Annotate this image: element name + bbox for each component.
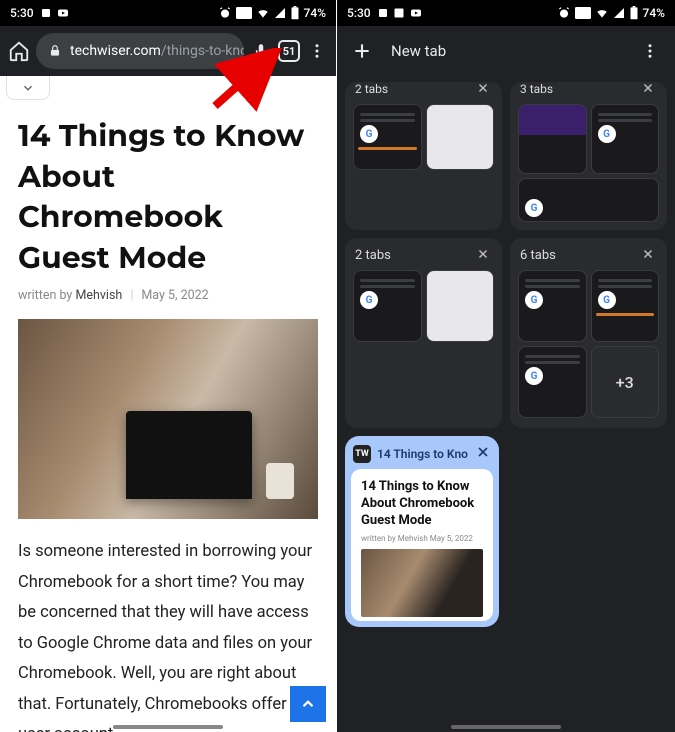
battery-icon xyxy=(290,6,300,20)
battery-pct: 74% xyxy=(304,6,326,20)
tab-group-card[interactable]: 3 tabs G G xyxy=(510,82,667,230)
gesture-handle[interactable] xyxy=(451,725,561,729)
tab-thumb[interactable]: G xyxy=(518,346,587,418)
new-tab-label[interactable]: New tab xyxy=(391,42,446,60)
wifi-icon xyxy=(256,6,270,20)
byline-prefix: written by xyxy=(18,288,75,303)
preview-title: 14 Things to Know About Chromebook Guest… xyxy=(361,479,483,530)
preview-image xyxy=(361,549,483,617)
wifi-box-icon xyxy=(575,7,591,19)
notif-icon xyxy=(40,7,52,19)
group-label: 2 tabs xyxy=(355,82,388,96)
alarm-icon xyxy=(557,6,571,20)
battery-pct: 74% xyxy=(643,6,665,20)
hero-image xyxy=(18,319,318,519)
left-phone-frame: 5:30 74% xyxy=(0,0,337,732)
tab-group-card[interactable]: 6 tabs G G G +3 xyxy=(510,238,667,428)
youtube-icon xyxy=(409,7,423,19)
tab-groups-grid[interactable]: 2 tabs G 3 tabs G G xyxy=(337,76,675,732)
close-icon[interactable] xyxy=(476,247,492,263)
tab-thumb[interactable] xyxy=(426,104,495,170)
right-phone-frame: 5:30 74% New tab xyxy=(337,0,675,732)
close-icon[interactable] xyxy=(475,444,491,463)
group-label: 6 tabs xyxy=(520,248,556,263)
tab-thumb[interactable]: G xyxy=(353,104,422,170)
status-time: 5:30 xyxy=(10,6,34,20)
tab-thumb[interactable] xyxy=(426,270,495,342)
page-content[interactable]: 14 Things to Know About Chromebook Guest… xyxy=(0,76,336,732)
close-icon[interactable] xyxy=(641,247,657,263)
group-label: 3 tabs xyxy=(520,82,553,96)
menu-dots-icon[interactable] xyxy=(639,40,661,62)
article-author[interactable]: Mehvish xyxy=(75,288,122,303)
image-icon xyxy=(393,7,405,19)
tab-thumb[interactable]: G xyxy=(518,270,587,342)
url-bar[interactable]: techwiser.com/things-to-kno xyxy=(36,33,244,69)
status-bar: 5:30 74% xyxy=(337,0,675,26)
article-meta: written by Mehvish|May 5, 2022 xyxy=(18,288,318,303)
lock-icon xyxy=(48,44,62,58)
gesture-handle[interactable] xyxy=(113,725,223,729)
wifi-icon xyxy=(595,6,609,20)
tab-thumb[interactable]: G xyxy=(591,104,660,174)
tab-overflow[interactable]: +3 xyxy=(591,346,660,418)
article-date: May 5, 2022 xyxy=(141,288,208,303)
battery-icon xyxy=(629,6,639,20)
group-label: 2 tabs xyxy=(355,248,391,263)
menu-dots-icon[interactable] xyxy=(306,40,328,62)
tab-count-button[interactable]: 51 xyxy=(278,40,300,62)
article-body: Is someone interested in borrowing your … xyxy=(18,519,318,732)
mic-icon[interactable] xyxy=(250,40,272,62)
close-icon[interactable] xyxy=(476,81,492,97)
url-path: /things-to-kno xyxy=(161,43,244,59)
collapse-handle[interactable] xyxy=(6,76,50,100)
tab-thumb[interactable]: G xyxy=(353,270,422,342)
wifi-box-icon xyxy=(236,7,252,19)
active-tab-preview[interactable]: 14 Things to Know About Chromebook Guest… xyxy=(351,469,493,621)
status-time: 5:30 xyxy=(347,6,371,20)
active-tab-card[interactable]: TW 14 Things to Kno 14 Things to Know Ab… xyxy=(345,436,499,627)
active-tab-title: 14 Things to Kno xyxy=(377,447,468,461)
tabswitcher-toolbar: New tab xyxy=(337,26,675,76)
tab-thumb[interactable] xyxy=(518,104,587,174)
tab-group-card[interactable]: 2 tabs G xyxy=(345,82,502,230)
alarm-icon xyxy=(218,6,232,20)
tab-thumb[interactable]: G xyxy=(518,178,659,222)
tab-thumb[interactable]: G xyxy=(591,270,660,342)
notif-icon xyxy=(377,7,389,19)
url-domain: techwiser.com xyxy=(70,43,161,59)
youtube-icon xyxy=(56,7,70,19)
tab-group-card[interactable]: 2 tabs G xyxy=(345,238,502,428)
preview-meta: written by Mehvish May 5, 2022 xyxy=(361,534,483,543)
scroll-top-button[interactable] xyxy=(290,686,326,722)
status-bar: 5:30 74% xyxy=(0,0,336,26)
signal-icon xyxy=(613,7,625,19)
new-tab-plus-icon[interactable] xyxy=(351,40,373,62)
close-icon[interactable] xyxy=(641,81,657,97)
url-text: techwiser.com/things-to-kno xyxy=(70,43,244,59)
favicon: TW xyxy=(353,445,371,463)
home-icon[interactable] xyxy=(8,40,30,62)
signal-icon xyxy=(274,7,286,19)
browser-toolbar: techwiser.com/things-to-kno 51 xyxy=(0,26,336,76)
article-title: 14 Things to Know About Chromebook Guest… xyxy=(18,116,318,278)
